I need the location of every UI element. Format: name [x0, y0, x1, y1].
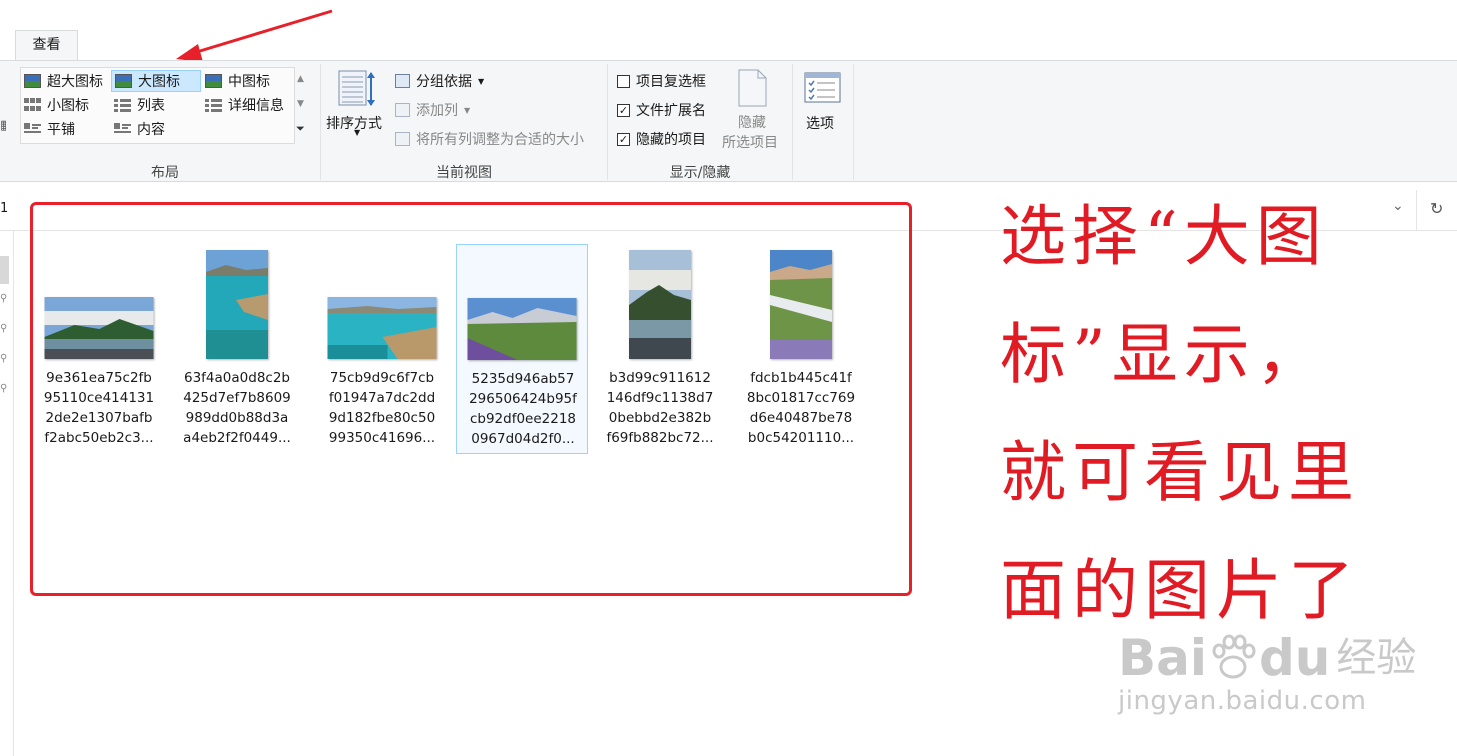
hide-selected-label-2[interactable]: 所选项目: [722, 132, 778, 152]
group-divider: [607, 64, 608, 180]
pin-icon: ⚲: [0, 323, 8, 334]
sort-by-icon: [338, 70, 375, 106]
picture-icon: [205, 74, 222, 88]
layout-tiles[interactable]: 平铺: [24, 118, 75, 140]
gallery-scroll-down-icon[interactable]: ▼: [297, 99, 304, 109]
size-columns-icon: [395, 132, 410, 146]
pin-icon: ⚲: [0, 293, 8, 304]
dropdown-arrow-icon: ▼: [464, 105, 471, 115]
group-by-button[interactable]: 分组依据 ▼: [395, 70, 484, 92]
gallery-expand-icon[interactable]: ⏷: [296, 122, 305, 136]
refresh-icon[interactable]: ↻: [1430, 199, 1443, 218]
group-divider: [792, 64, 793, 180]
group-divider: [853, 64, 854, 180]
options-icon: [804, 72, 841, 103]
size-all-columns-button[interactable]: 将所有列调整为合适的大小: [395, 128, 584, 150]
checkbox-checked-icon: ✓: [617, 132, 630, 146]
nav-pane-cutoff-icon: ▦: [0, 118, 6, 132]
small-icons-icon: [24, 98, 41, 112]
options-button[interactable]: 选项: [806, 113, 834, 133]
layout-list[interactable]: 列表: [114, 94, 165, 116]
layout-details[interactable]: 详细信息: [205, 94, 284, 116]
pin-icon: ⚲: [0, 383, 8, 394]
group-divider: [320, 64, 321, 180]
hide-selected-label[interactable]: 隐藏: [738, 112, 766, 132]
layout-content[interactable]: 内容: [114, 118, 165, 140]
content-icon: [114, 122, 131, 136]
hide-selected-icon: [738, 69, 767, 107]
picture-icon: [115, 74, 132, 88]
nav-selected-item[interactable]: [0, 256, 9, 284]
item-checkboxes-toggle[interactable]: 项目复选框: [617, 70, 706, 92]
details-icon: [205, 98, 222, 112]
pointer-arrow-icon: [176, 9, 333, 62]
list-icon: [114, 98, 131, 112]
layout-small-icons[interactable]: 小图标: [24, 94, 89, 116]
add-columns-button[interactable]: 添加列 ▼: [395, 99, 470, 121]
gallery-scroll-up-icon[interactable]: ▲: [297, 74, 304, 84]
layout-extra-large-icons[interactable]: 超大图标: [24, 70, 103, 92]
pin-icon: ⚲: [0, 353, 8, 364]
layout-large-icons[interactable]: 大图标: [111, 70, 201, 92]
hidden-items-toggle[interactable]: ✓ 隐藏的项目: [617, 128, 706, 150]
sort-dropdown-icon[interactable]: ▼: [354, 128, 360, 137]
checkbox-checked-icon: ✓: [617, 103, 630, 117]
tiles-icon: [24, 122, 41, 136]
add-columns-icon: [395, 103, 410, 117]
address-fragment: 1: [0, 201, 9, 216]
file-extensions-toggle[interactable]: ✓ 文件扩展名: [617, 99, 706, 121]
highlight-box: [30, 202, 912, 596]
layout-group-label: 布局: [151, 165, 179, 181]
layout-medium-icons[interactable]: 中图标: [205, 70, 270, 92]
annotation-text: 选择“大图 标”显示， 就可看见里 面的图片了: [1000, 198, 1360, 629]
dropdown-arrow-icon: ▼: [478, 76, 485, 86]
current-view-group-label: 当前视图: [436, 165, 492, 181]
group-by-icon: [395, 74, 410, 88]
baidu-watermark: Bai du 经验 jingyan.baidu.com: [1118, 629, 1417, 716]
paw-logo-icon: [1212, 634, 1256, 679]
checkbox-unchecked-icon: [617, 74, 630, 88]
picture-icon: [24, 74, 41, 88]
navigation-pane: [0, 231, 14, 756]
tab-view[interactable]: 查看: [15, 30, 78, 61]
show-hide-group-label: 显示/隐藏: [669, 165, 731, 181]
